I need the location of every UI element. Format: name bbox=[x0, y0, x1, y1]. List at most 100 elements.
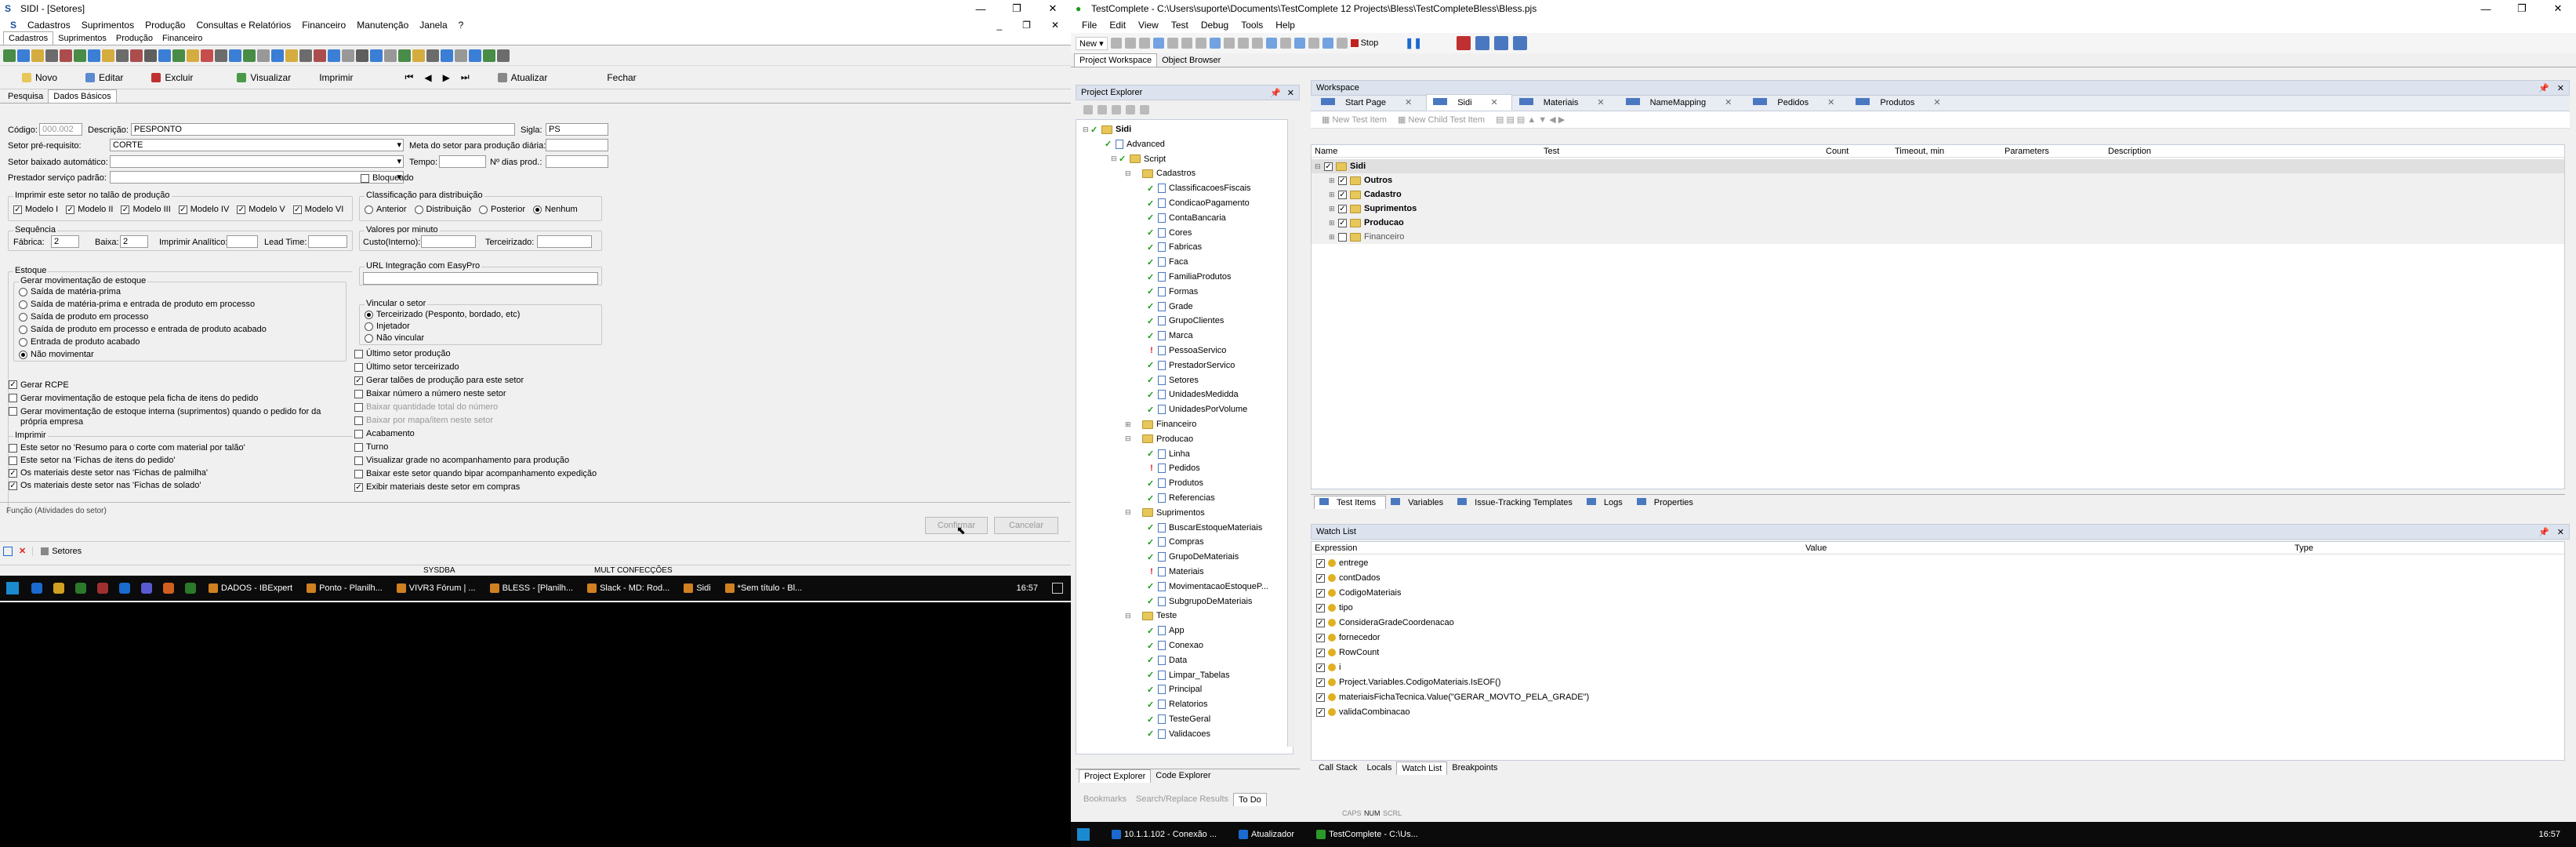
tc-toolbar-icon[interactable] bbox=[1124, 38, 1136, 49]
checkbox-box[interactable]: ✓ bbox=[1316, 588, 1325, 598]
tree-node[interactable]: ✓ MovimentacaoEstoqueP... bbox=[1139, 580, 1268, 593]
tc-menu-edit[interactable]: Edit bbox=[1103, 20, 1132, 31]
toolbar-icon[interactable] bbox=[384, 49, 397, 62]
close-icon[interactable]: ✕ bbox=[1035, 0, 1071, 17]
tab-dados-basicos[interactable]: Dados Básicos bbox=[48, 89, 117, 103]
imprimir-checkbox[interactable]: ✓ Os materiais deste setor nas 'Fichas de… bbox=[9, 481, 245, 493]
toolbar-icon[interactable] bbox=[102, 49, 114, 62]
ws-tab[interactable]: Start Page ✕ bbox=[1314, 94, 1426, 111]
checked-icon[interactable]: ✓ bbox=[1090, 125, 1100, 135]
collapse-icon[interactable]: ⊟ bbox=[1083, 125, 1090, 134]
windows-start-icon[interactable] bbox=[6, 582, 19, 594]
checkbox-box[interactable]: ✓ bbox=[1316, 573, 1325, 583]
tree-node[interactable]: ✓ BuscarEstoqueMateriais bbox=[1139, 522, 1262, 534]
toolbar-icon[interactable] bbox=[398, 49, 411, 62]
toolbar-icon[interactable] bbox=[130, 49, 143, 62]
tc-toolbar-icon[interactable] bbox=[1110, 38, 1122, 49]
toolbar-icon[interactable] bbox=[3, 49, 16, 62]
mdi-restore-icon[interactable]: ❐ bbox=[1017, 20, 1036, 31]
watch-column-header[interactable]: Type bbox=[2295, 543, 2313, 553]
toolbar-icon[interactable] bbox=[342, 49, 354, 62]
tc-toolbar-icon[interactable] bbox=[1308, 38, 1319, 49]
checkbox-box[interactable]: ✓ bbox=[1338, 218, 1347, 227]
expand-icon[interactable]: ⊞ bbox=[1329, 219, 1338, 227]
checkbox-box[interactable]: ✓ bbox=[1316, 603, 1325, 613]
test-items-tab[interactable]: Issue-Tracking Templates bbox=[1453, 496, 1582, 509]
watch-row[interactable]: ✓ fornecedor bbox=[1312, 631, 2564, 645]
gerar-mov-radio[interactable]: Saída de matéria-prima e entrada de prod… bbox=[19, 300, 267, 312]
terceirizado-field[interactable] bbox=[537, 235, 592, 248]
checked-icon[interactable]: ✓ bbox=[1147, 242, 1156, 253]
tree-node[interactable]: ! Materiais bbox=[1139, 565, 1204, 578]
baixa-field[interactable]: 2 bbox=[120, 235, 148, 248]
pe-tool-icon[interactable] bbox=[1140, 105, 1149, 115]
tc-toolbar-icon[interactable] bbox=[1152, 38, 1164, 49]
setor-option-checkbox[interactable]: Baixar quantidade total do número bbox=[354, 402, 597, 416]
tree-node[interactable]: ⊟ ✓ Script bbox=[1111, 153, 1166, 165]
toolbar-icon[interactable] bbox=[426, 49, 439, 62]
toolbar-icon[interactable] bbox=[441, 49, 453, 62]
watch-bottom-tab[interactable]: Watch List bbox=[1396, 761, 1448, 775]
sidi-app-menu-icon[interactable]: S bbox=[5, 20, 22, 31]
checked-icon[interactable]: ✓ bbox=[1147, 537, 1156, 547]
setor-option-checkbox[interactable]: ✓ Exibir materiais deste setor em compras bbox=[354, 482, 597, 496]
checked-icon[interactable]: ✓ bbox=[1147, 198, 1156, 209]
toolbar-icon[interactable] bbox=[60, 49, 72, 62]
test-item-row[interactable]: ⊞ Financeiro bbox=[1312, 230, 2564, 244]
tree-node[interactable]: ✓ App bbox=[1139, 624, 1185, 637]
pe-tool-icon[interactable] bbox=[1083, 105, 1093, 115]
classif-radio[interactable]: Nenhum bbox=[533, 205, 578, 214]
tab-project-explorer[interactable]: Project Explorer bbox=[1079, 769, 1152, 783]
expand-icon[interactable]: ⊞ bbox=[1329, 191, 1338, 199]
toolbar-icon[interactable] bbox=[187, 49, 199, 62]
tree-node[interactable]: ✓ FamiliaProdutos bbox=[1139, 271, 1231, 283]
menu-consultas[interactable]: Consultas e Relatórios bbox=[190, 20, 296, 31]
checked-icon[interactable]: ✓ bbox=[1147, 626, 1156, 636]
stop-button[interactable]: Stop bbox=[1350, 38, 1378, 48]
tc-toolbar-icon[interactable] bbox=[1181, 38, 1192, 49]
ws-move-icons[interactable]: ▤ ▤ ▤ ▲ ▼ ◀ ▶ bbox=[1496, 115, 1565, 125]
notification-icon[interactable] bbox=[1052, 583, 1063, 594]
tree-node[interactable]: ✓ Compras bbox=[1139, 536, 1204, 548]
new-button[interactable]: New ▾ bbox=[1076, 36, 1108, 50]
imprimir-checkbox[interactable]: ✓ Os materiais deste setor nas 'Fichas de… bbox=[9, 468, 245, 481]
collapse-icon[interactable]: ⊟ bbox=[1125, 169, 1133, 178]
test-item-row[interactable]: ⊞ ✓ Outros bbox=[1312, 173, 2564, 187]
checked-icon[interactable]: ✓ bbox=[1147, 685, 1156, 695]
tree-node[interactable]: ✓ PrestadorServico bbox=[1139, 359, 1235, 372]
checkbox-box[interactable]: ✓ bbox=[1316, 678, 1325, 687]
toolbar-icon[interactable] bbox=[88, 49, 100, 62]
tab-close-icon[interactable]: ✕ bbox=[1590, 95, 1611, 111]
menu-financeiro[interactable]: Financeiro bbox=[296, 20, 351, 31]
gerar-mov-radio[interactable]: Saída de produto em processo bbox=[19, 312, 267, 325]
bloqueado-checkbox[interactable]: Bloqueado bbox=[361, 173, 414, 183]
checkbox-box[interactable]: ✓ bbox=[1316, 693, 1325, 702]
tc-toolbar-icon[interactable] bbox=[1138, 38, 1150, 49]
setor-option-checkbox[interactable]: ✓ Gerar talões de produção para este seto… bbox=[354, 376, 597, 389]
close-tab-icon[interactable]: ✕ bbox=[19, 546, 26, 556]
checked-icon[interactable]: ✓ bbox=[1105, 139, 1114, 149]
collapse-icon[interactable]: ⊟ bbox=[1125, 508, 1133, 517]
bottom-tab[interactable]: To Do bbox=[1233, 792, 1267, 806]
test-item-row[interactable]: ⊞ ✓ Cadastro bbox=[1312, 187, 2564, 202]
toolbar-icon[interactable] bbox=[271, 49, 284, 62]
tc-toolbar-icon[interactable] bbox=[1166, 38, 1178, 49]
grid-column-header[interactable]: Description bbox=[2108, 147, 2151, 156]
toolbar-icon[interactable] bbox=[370, 49, 383, 62]
watch-column-header[interactable]: Expression bbox=[1315, 543, 1357, 553]
grid-column-header[interactable]: Name bbox=[1315, 147, 1337, 156]
setor-option-checkbox[interactable]: Acabamento bbox=[354, 429, 597, 442]
new-test-item-button[interactable]: ▦ New Test Item bbox=[1322, 115, 1387, 125]
checkbox-box[interactable]: ✓ bbox=[1316, 648, 1325, 657]
tree-scrollbar[interactable] bbox=[1287, 119, 1295, 747]
vincular-radio[interactable]: Não vincular bbox=[365, 333, 520, 345]
toolbar-icon[interactable] bbox=[356, 49, 368, 62]
editar-button[interactable]: Editar bbox=[71, 72, 137, 83]
expand-icon[interactable]: ⊞ bbox=[1329, 176, 1338, 185]
tc-toolbar-icon[interactable] bbox=[1251, 38, 1263, 49]
codigo-field[interactable]: 000.002 bbox=[39, 123, 82, 136]
watch-column-header[interactable]: Value bbox=[1805, 543, 1827, 553]
panel-close-icon[interactable]: ✕ bbox=[2557, 527, 2564, 537]
expand-icon[interactable]: ⊞ bbox=[1125, 420, 1133, 429]
modelo-checkbox[interactable]: ✓ Modelo IV bbox=[178, 205, 229, 214]
